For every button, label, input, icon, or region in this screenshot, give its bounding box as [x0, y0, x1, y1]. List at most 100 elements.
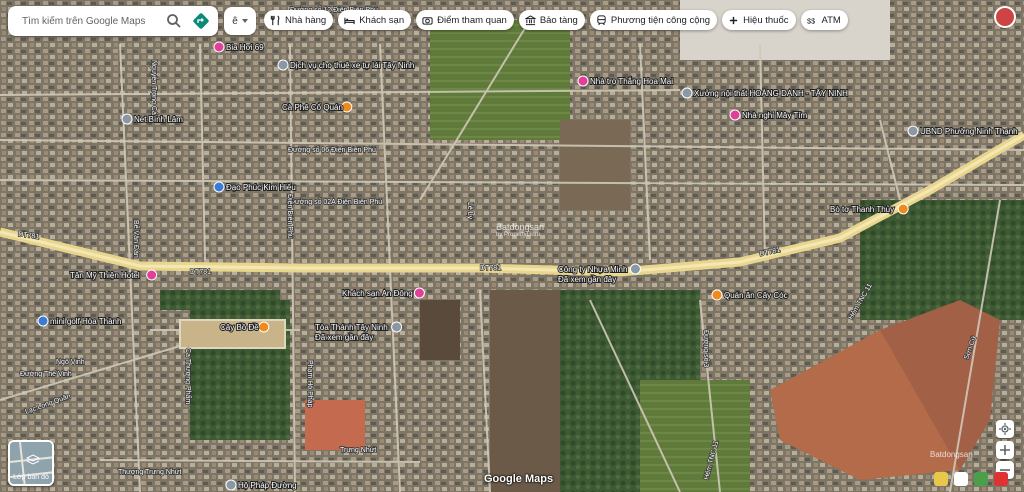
chip-transit[interactable]: Phương tiện công cộng — [589, 10, 718, 30]
chip-museums[interactable]: Bảo tàng — [518, 10, 585, 30]
my-location-button[interactable] — [996, 420, 1014, 438]
place-label[interactable]: Đã xem gần đây — [314, 332, 374, 343]
hotel-icon — [344, 17, 355, 24]
poi-marker[interactable] — [729, 109, 741, 121]
street-view-icon[interactable] — [934, 472, 948, 486]
chip-attractions[interactable]: Điểm tham quan — [416, 10, 514, 30]
poi-marker[interactable] — [341, 101, 353, 113]
poi-marker[interactable] — [225, 479, 237, 491]
chip-restaurants[interactable]: Nhà hàng — [264, 10, 334, 30]
place-label[interactable]: Đạo Phúc Kim Hiếu — [225, 182, 297, 193]
footer-icon-3[interactable] — [974, 472, 988, 486]
search-box[interactable] — [8, 6, 218, 36]
footer-icon-4[interactable] — [994, 472, 1008, 486]
place-label[interactable]: Net Bình Lâm — [133, 114, 184, 125]
place-label[interactable]: mini golf Hòa Thành — [49, 316, 122, 327]
poi-marker[interactable] — [146, 269, 158, 281]
watermark-sub: by PropertyGuru — [496, 232, 541, 238]
category-chips: Nhà hàng Khách sạn Điểm tham quan Bảo tà… — [264, 10, 848, 30]
poi-marker[interactable] — [681, 87, 693, 99]
road-label: Đường Thế Vinh — [20, 369, 72, 378]
avatar[interactable] — [994, 6, 1016, 28]
chip-label: Khách sạn — [359, 14, 405, 26]
place-label[interactable]: Cây Bồ Đề — [219, 322, 260, 333]
poi-marker[interactable] — [907, 125, 919, 137]
atm-icon: $$ — [807, 16, 815, 25]
place-label[interactable]: Nhà nghỉ Mây Tím — [741, 110, 809, 121]
chip-hotels[interactable]: Khách sạn — [338, 10, 412, 30]
road-label: Nguyễn Trọng Cát — [150, 60, 159, 117]
poi-marker[interactable] — [577, 75, 589, 87]
chip-label: Hiệu thuốc — [743, 14, 789, 26]
place-label[interactable]: Khách sạn An Đông — [341, 288, 414, 299]
search-input[interactable] — [20, 14, 164, 28]
poi-marker[interactable] — [213, 181, 225, 193]
layers-label: Lớp bản đồ — [13, 474, 49, 481]
zoom-in-button[interactable] — [996, 441, 1014, 459]
road-label: Bế Văn Đàn — [132, 220, 141, 258]
place-label[interactable]: Dịch vụ cho thuê xe tự lái Tây Ninh — [289, 60, 415, 71]
chip-label: Nhà hàng — [285, 14, 327, 26]
poi-marker[interactable] — [897, 203, 909, 215]
chip-pharmacies[interactable]: Hiệu thuốc — [722, 10, 796, 30]
place-label[interactable]: Nhà trọ Thắng Hoa Mai — [589, 76, 674, 87]
place-label[interactable]: Tòa Thánh Tây Ninh — [314, 322, 389, 333]
poi-marker[interactable] — [391, 321, 403, 333]
place-label[interactable]: Hộ Pháp Đường — [237, 480, 298, 491]
google-maps-logo: Google Maps — [484, 473, 554, 485]
road-label: Đường số 02A Điện Biên Phủ — [290, 197, 382, 206]
satellite-map[interactable]: DT781DT781DT781DT781Đường số 12 Điện Biê… — [0, 0, 1024, 492]
road-label: Thượng Trưng Nhứt — [118, 469, 181, 476]
road-label: Đường số 3 — [702, 330, 711, 367]
place-label[interactable]: Quán ăn Cây Cóc — [723, 290, 789, 301]
camera-icon — [422, 16, 433, 25]
pharmacy-icon — [729, 16, 738, 24]
place-label[interactable]: UBND Phường Ninh Thạnh — [919, 126, 1019, 137]
chip-label: ATM — [821, 14, 841, 26]
poi-marker[interactable] — [121, 113, 133, 125]
place-label[interactable]: Bò tơ Thanh Thủy — [829, 204, 895, 215]
chip-label: Bảo tàng — [539, 14, 578, 26]
poi-marker[interactable] — [277, 59, 289, 71]
layers-button[interactable]: Lớp bản đồ — [8, 440, 54, 486]
poi-marker[interactable] — [413, 287, 425, 299]
place-label[interactable]: Tân Mỹ Thiện Hotel — [69, 270, 141, 281]
museum-icon — [524, 14, 536, 25]
transit-icon — [597, 14, 606, 25]
poi-marker[interactable] — [258, 321, 270, 333]
road-label: Lê Lý — [466, 202, 473, 220]
center-watermark: Batdongsan by PropertyGuru — [496, 222, 544, 238]
road-label: Ca Thượng Phẩm — [184, 348, 192, 404]
road-label: Điện Biên Phủ — [286, 194, 294, 239]
input-tools-button[interactable]: ê — [224, 7, 256, 35]
chevron-down-icon — [241, 19, 248, 23]
road-label: DT781 — [480, 265, 501, 272]
chip-atm[interactable]: $$ ATM — [800, 10, 848, 30]
plus-icon — [1000, 445, 1010, 455]
top-toolbar: ê Nhà hàng Khách sạn Điểm tham quan Bảo … — [0, 0, 1024, 44]
place-label[interactable]: Đã xem gần đây — [557, 274, 617, 285]
poi-marker[interactable] — [629, 263, 641, 275]
place-label[interactable]: Bia Hơi 69 — [225, 42, 265, 53]
directions-icon[interactable] — [192, 12, 210, 30]
place-label[interactable]: Xưởng nội thất HOÀNG DANH - TÂY NINH — [693, 88, 849, 99]
watermark: Batdongsan — [930, 450, 973, 459]
road-label: Trưng Nhứt — [340, 447, 376, 454]
road-label: Ngô Vinh — [56, 359, 85, 366]
restaurant-icon — [270, 15, 280, 25]
chip-label: Điểm tham quan — [437, 14, 507, 26]
watermark-text: Batdongsan — [930, 450, 973, 459]
location-icon — [999, 423, 1011, 435]
poi-marker[interactable] — [37, 315, 49, 327]
footer-icon-2[interactable] — [954, 472, 968, 486]
place-label[interactable]: Cà Phê Cổ Quán — [281, 102, 344, 113]
watermark-brand: Batdongsan — [496, 222, 545, 232]
input-tools-label: ê — [232, 15, 238, 27]
svg-text:$$: $$ — [807, 16, 815, 25]
poi-marker[interactable] — [711, 289, 723, 301]
road-label: Đường số 06 Điện Biên Phủ — [288, 145, 376, 154]
road-label: Phạm Hộ Pháp — [306, 360, 313, 408]
place-label[interactable]: Công ty Nhựa Minh — [557, 264, 628, 275]
search-icon[interactable] — [166, 13, 182, 29]
chip-label: Phương tiện công cộng — [610, 14, 711, 26]
